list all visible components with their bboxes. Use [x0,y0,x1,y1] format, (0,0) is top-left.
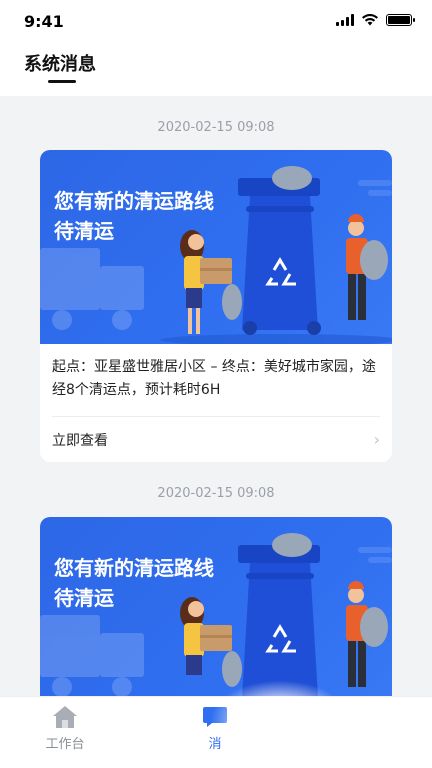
tab-workbench[interactable]: 工作台 [20,705,110,752]
cellular-signal-icon [336,14,354,26]
message-icon [203,707,227,727]
view-now-row[interactable]: 立即查看 › [52,417,380,462]
wifi-icon [362,14,378,26]
banner-title: 您有新的清运路线 待清运 [54,556,214,610]
banner-title: 您有新的清运路线 待清运 [54,189,214,243]
message-card[interactable]: 您有新的清运路线 待清运 起点：亚星盛世雅居小区 – 终点：美好城市家园，途经8… [40,150,392,462]
message-timestamp: 2020-02-15 09:08 [157,120,275,135]
status-time: 9:41 [24,12,64,31]
tab-messages[interactable]: 消 [170,705,260,752]
message-banner: 您有新的清运路线 待清运 [40,517,392,696]
message-card[interactable]: 您有新的清运路线 待清运 [40,517,392,696]
page-title: 系统消息 [24,54,96,75]
battery-icon [386,14,415,26]
garbage-truck-illustration [40,166,392,344]
home-icon [53,706,77,728]
page-header: 系统消息 [0,44,432,96]
message-banner: 您有新的清运路线 待清运 [40,150,392,344]
message-timestamp: 2020-02-15 09:08 [157,486,275,501]
bottom-tabbar: 工作台 消 [0,696,432,768]
status-bar: 9:41 [0,0,432,44]
card-body: 起点：亚星盛世雅居小区 – 终点：美好城市家园，途经8个清运点，预计耗时6H 立… [40,344,392,462]
route-description: 起点：亚星盛世雅居小区 – 终点：美好城市家园，途经8个清运点，预计耗时6H [52,359,376,398]
chevron-right-icon: › [373,430,380,449]
view-now-link[interactable]: 立即查看 [52,430,108,450]
title-underline [48,80,76,83]
tab-label: 消 [208,737,222,752]
message-feed[interactable]: 2020-02-15 09:08 您有新的清运路线 待清运 起点：亚星盛世雅居小… [0,96,432,696]
tab-label: 工作台 [45,737,85,752]
status-icons [336,14,415,26]
